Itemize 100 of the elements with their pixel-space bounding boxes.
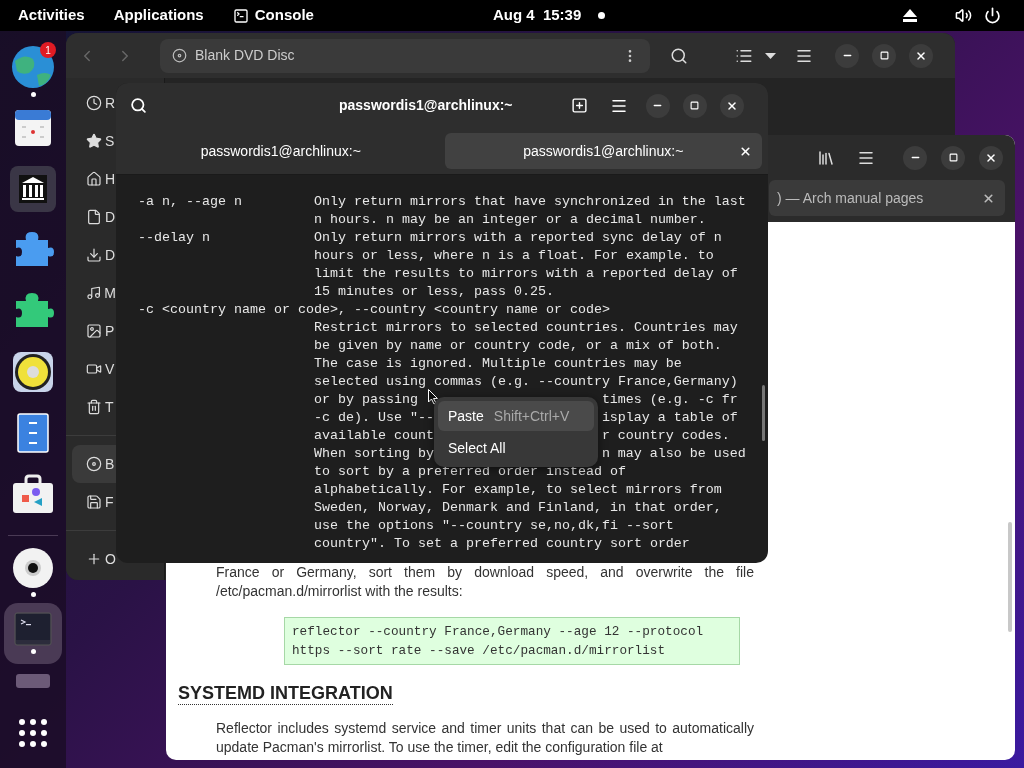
disc-icon [172, 48, 187, 63]
close-tab-icon[interactable] [739, 144, 752, 158]
calendar-icon [13, 107, 53, 148]
maximize-button[interactable] [872, 43, 896, 68]
output-text: alphabetically. For example, to select mirrors from [313, 481, 722, 499]
app-grid-icon [19, 719, 47, 748]
search-icon[interactable] [670, 46, 688, 65]
pillars-icon [10, 165, 56, 212]
music-icon [86, 285, 102, 301]
clock[interactable]: Aug 4 15:39 [492, 4, 582, 27]
new-tab-icon[interactable] [570, 97, 588, 114]
sidebar-item[interactable]: F [72, 483, 116, 521]
option-text: --delay n [138, 230, 210, 245]
minimize-button[interactable] [835, 43, 859, 68]
sidebar-item[interactable]: S [72, 122, 116, 160]
location-bar[interactable]: Blank DVD Disc [160, 38, 650, 73]
menu-item[interactable]: Paste Shift+Ctrl+V [438, 401, 594, 431]
activities-button[interactable]: Activities [18, 4, 85, 27]
applications-menu[interactable]: Applications [113, 4, 204, 27]
sidebar-item[interactable]: H [72, 160, 116, 198]
scrollbar[interactable] [1008, 522, 1012, 632]
close-tab-icon[interactable] [982, 191, 995, 205]
output-text: country". To set a preferred country sort order [313, 535, 690, 553]
sidebar-item[interactable]: D [72, 198, 116, 236]
output-text: r country codes. [601, 427, 730, 445]
output-text: limit the results to mirrors with a reported delay of [313, 265, 738, 283]
close-icon [915, 49, 927, 62]
output-text: available count [313, 428, 434, 443]
body-paragraph: Reflector includes systemd service and timer units that can be used to automatically update Pacman's mirrorlist. To use the timer, edit the configuration file at [216, 719, 754, 757]
disc-icon [12, 547, 54, 589]
output-text: to sort by a preferred order instead of [313, 463, 626, 481]
maximize-icon [948, 153, 958, 162]
clock-icon [86, 95, 102, 111]
app-menu[interactable]: Console [232, 4, 314, 27]
minimize-button[interactable] [903, 145, 927, 170]
maximize-button[interactable] [682, 93, 707, 118]
home-icon [86, 171, 102, 187]
file-cabinet-icon [17, 412, 49, 453]
terminal-tab[interactable]: passwordis1@archlinux:~ [122, 133, 440, 169]
eject-icon[interactable] [903, 9, 918, 22]
output-text: selected using commas (e.g. --country France,Germany) [313, 373, 738, 391]
mouse-pointer-icon [428, 389, 438, 405]
browser-tab[interactable]: ) — Arch manual pages [769, 180, 1005, 216]
sidebar-item[interactable]: P [72, 312, 116, 350]
dock-item[interactable]: 1 [4, 40, 62, 102]
output-text: Only return mirrors that have synchronized in the last [313, 193, 746, 211]
image-icon [86, 323, 102, 339]
terminal-tab[interactable]: passwordis1@archlinux:~ [444, 133, 762, 169]
scrollbar[interactable] [762, 385, 765, 441]
notification-badge: 1 [40, 42, 56, 58]
caret-icon[interactable] [765, 52, 776, 59]
shopping-bag-icon [12, 473, 54, 514]
menu-item[interactable]: Select All [438, 433, 594, 463]
output-text: times (e.g. -c fr [601, 391, 738, 409]
option-text: -c <country name or code>, --country <country name or code> [138, 301, 610, 319]
sidebar-item[interactable]: O [72, 540, 116, 578]
output-text: Restrict mirrors to selected countries. Countries may [313, 319, 738, 337]
output-text: isplay a table of [601, 409, 738, 427]
video-icon [86, 361, 102, 377]
close-button[interactable] [719, 93, 744, 118]
trash-icon [86, 399, 102, 415]
minimize-button[interactable] [645, 93, 670, 118]
output-text: be given by name or country code, or a mix of both. [313, 337, 722, 355]
power-icon[interactable] [984, 7, 1002, 24]
drive-icon [16, 674, 50, 689]
speaker-icon [12, 350, 54, 393]
drive-icon [86, 494, 102, 510]
maximize-icon [879, 51, 889, 60]
output-text: n may also be used [601, 445, 746, 463]
output-text: hours or less, where n is a float. For example. to [313, 247, 714, 265]
disc-icon [86, 456, 102, 472]
plus-icon [86, 551, 102, 567]
close-icon [725, 99, 738, 112]
window-title: passwordis1@archlinux:~ [339, 96, 513, 115]
output-text: When sorting by [313, 446, 434, 461]
maximize-icon [690, 101, 700, 110]
location-text: Blank DVD Disc [195, 46, 295, 65]
output-text: Only return mirrors with a reported sync delay of n [313, 229, 722, 247]
output-text: n hours. n may be an integer or a decimal number. [313, 211, 706, 229]
close-button[interactable] [909, 43, 933, 68]
console-icon [232, 7, 249, 24]
sidebar-item[interactable]: R [72, 84, 116, 122]
body-paragraph: France or Germany, sort them by download speed, and overwrite the file /etc/pacman.d/mirrorlist with the results: [216, 563, 754, 601]
close-icon [985, 151, 997, 164]
sidebar-item[interactable]: V [72, 350, 116, 388]
output-text: -c de). Use "-- [313, 410, 434, 425]
search-icon[interactable] [130, 97, 147, 114]
sidebar-item[interactable]: M [72, 274, 116, 312]
option-text: -a n, --age n [138, 194, 242, 209]
output-text: use the options "--country se,no,dk,fi --sort [313, 517, 674, 535]
sidebar-item[interactable]: B [72, 445, 116, 483]
document-icon [86, 209, 102, 225]
volume-icon[interactable] [955, 7, 973, 24]
download-icon [86, 247, 102, 263]
maximize-button[interactable] [941, 145, 965, 170]
sidebar-item[interactable]: D [72, 236, 116, 274]
close-button[interactable] [979, 145, 1003, 170]
sidebar-item[interactable]: T [72, 388, 116, 426]
library-icon[interactable] [817, 148, 835, 167]
output-text: Sweden, Norway, Denmark and Finland, in that order, [313, 499, 722, 517]
